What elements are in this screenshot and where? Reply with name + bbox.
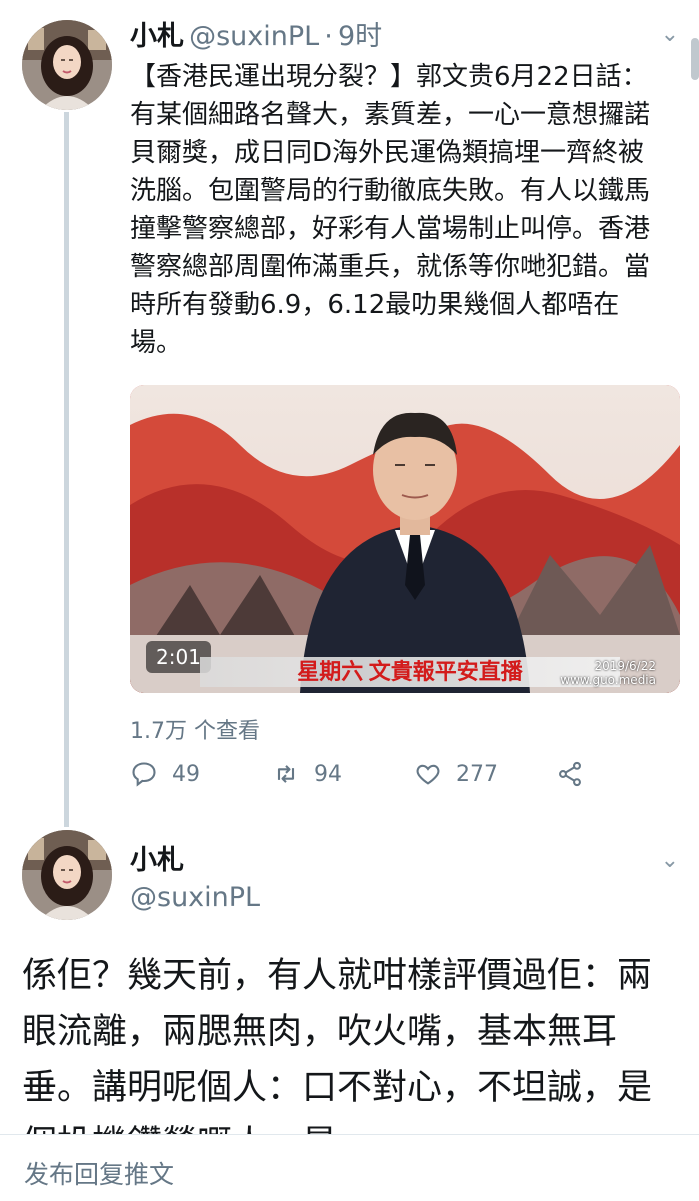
profile-photo	[22, 20, 112, 110]
avatar[interactable]	[22, 20, 112, 110]
share-button[interactable]	[556, 760, 598, 788]
handle[interactable]: @suxinPL	[130, 882, 260, 913]
video-site: www.guo.media	[560, 673, 656, 687]
tweet-text: 【香港民運出現分裂？】郭文贵6月22日話：有某個細路名聲大，素質差，一心一意想攞…	[130, 62, 651, 358]
share-icon	[559, 761, 581, 787]
tweet-actions: 49 94 277	[130, 760, 630, 796]
handle[interactable]: @suxinPL	[189, 21, 319, 52]
video-caption: 星期六 文貴報平安直播	[200, 657, 620, 687]
retweet-count: 94	[314, 761, 342, 787]
reply-button[interactable]: 49	[130, 760, 200, 788]
chevron-down-icon[interactable]: ⌄	[661, 22, 679, 47]
display-name[interactable]: 小札	[130, 21, 184, 52]
video-thumbnail	[130, 385, 680, 693]
avatar[interactable]	[22, 830, 112, 920]
like-button[interactable]: 277	[414, 760, 498, 788]
tweet-text: 係佢？幾天前，有人就咁樣評價過佢：兩眼流離，兩腮無肉，吹火嘴，基本無耳垂。講明呢…	[22, 956, 653, 1134]
video-date-tag: 2019/6/22 www.guo.media	[560, 659, 656, 687]
video-player[interactable]: 2:01 星期六 文貴報平安直播 2019/6/22 www.guo.media	[130, 385, 680, 693]
reply-count: 49	[172, 761, 200, 787]
reply-composer[interactable]: 发布回复推文	[0, 1134, 699, 1201]
retweet-button[interactable]: 94	[272, 760, 342, 788]
display-name[interactable]: 小札	[130, 838, 184, 877]
thread-connector-line	[64, 112, 69, 827]
like-count: 277	[456, 761, 498, 787]
reply-placeholder[interactable]: 发布回复推文	[24, 1155, 174, 1191]
view-count: 1.7万 个查看	[130, 719, 260, 744]
reply-icon	[132, 762, 156, 787]
like-icon	[416, 764, 440, 785]
video-date: 2019/6/22	[594, 659, 656, 673]
chevron-down-icon[interactable]: ⌄	[661, 848, 679, 873]
profile-photo	[22, 830, 112, 920]
timestamp[interactable]: 9时	[338, 21, 382, 52]
separator-dot: ·	[324, 21, 333, 52]
tweet-header: 小札 @suxinPL · 9时 ⌄	[130, 14, 699, 53]
retweet-icon	[277, 765, 295, 783]
